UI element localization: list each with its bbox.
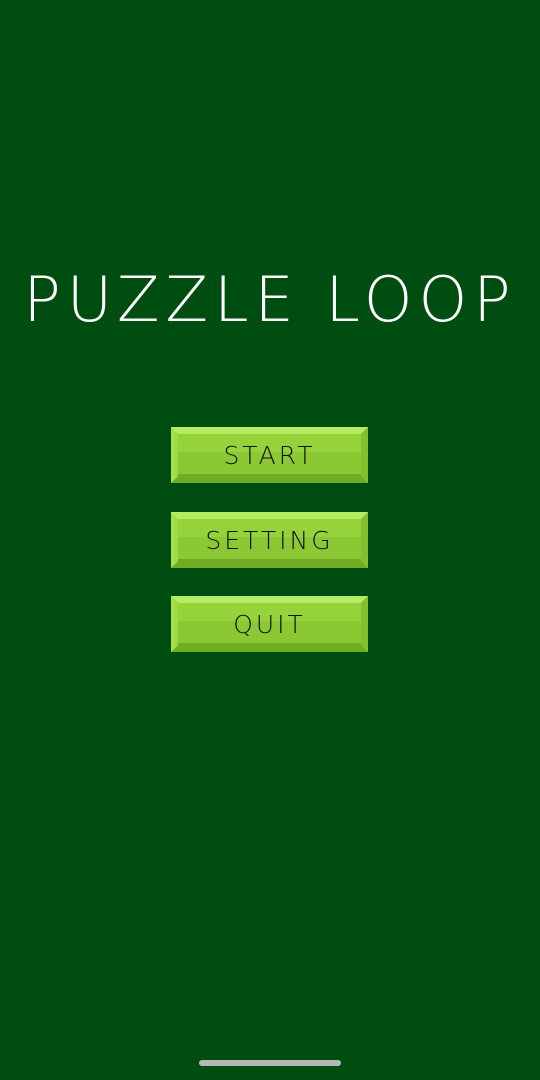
setting-button[interactable]: SETTING [171,512,368,568]
game-title: PUZZLE LOOP [23,263,517,336]
setting-button-label: SETTING [205,525,334,555]
quit-button-label: QUIT [233,609,306,639]
start-button-label: START [223,440,316,470]
start-button[interactable]: START [171,427,368,483]
quit-button[interactable]: QUIT [171,596,368,652]
home-indicator[interactable] [199,1060,341,1066]
